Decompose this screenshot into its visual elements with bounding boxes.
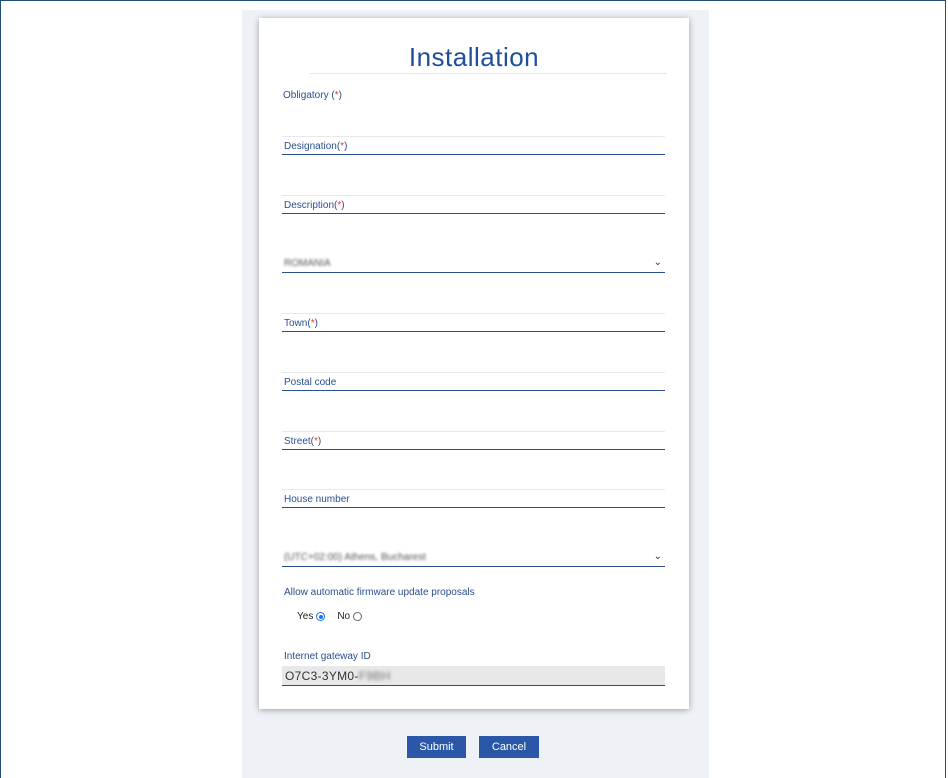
radio-no-label: No (337, 611, 351, 622)
description-field[interactable]: Description(*) (282, 195, 665, 214)
timezone-select-value: (UTC+02:00) Athens, Bucharest (284, 552, 427, 563)
gateway-id-value: O7C3-3YM0-F9BH (285, 669, 391, 683)
title-divider (310, 73, 667, 74)
timezone-select[interactable]: (UTC+02:00) Athens, Bucharest ⌄ (282, 550, 665, 567)
street-label: Street(*) (284, 436, 322, 447)
designation-label: Designation(*) (284, 141, 348, 152)
form-card: Installation (259, 18, 689, 709)
firmware-update-label: Allow automatic firmware update proposal… (284, 587, 475, 598)
gateway-id-label: Internet gateway ID (284, 651, 371, 662)
firmware-radio-group: Yes No (297, 611, 374, 622)
postal-code-label: Postal code (284, 377, 337, 388)
country-select[interactable]: ROMANIA ⌄ (282, 256, 665, 273)
chevron-down-icon: ⌄ (653, 257, 662, 268)
chevron-down-icon: ⌄ (653, 551, 662, 562)
town-field[interactable]: Town(*) (282, 313, 665, 332)
page-title: Installation (408, 42, 540, 72)
gateway-id-field: O7C3-3YM0-F9BH (282, 666, 665, 686)
radio-yes[interactable] (316, 612, 326, 621)
house-number-field[interactable]: House number (282, 489, 665, 508)
country-select-value: ROMANIA (284, 258, 331, 269)
description-label: Description(*) (284, 200, 345, 211)
postal-code-field[interactable]: Postal code (282, 372, 665, 391)
cancel-button[interactable]: Cancel (479, 736, 539, 758)
street-field[interactable]: Street(*) (282, 431, 665, 450)
obligatory-note: Obligatory (*) (283, 90, 342, 101)
radio-no[interactable] (353, 612, 363, 621)
designation-field[interactable]: Designation(*) (282, 136, 665, 155)
submit-button[interactable]: Submit (407, 736, 466, 758)
radio-yes-label: Yes (297, 611, 314, 622)
town-label: Town(*) (284, 318, 318, 329)
house-number-label: House number (284, 494, 350, 505)
